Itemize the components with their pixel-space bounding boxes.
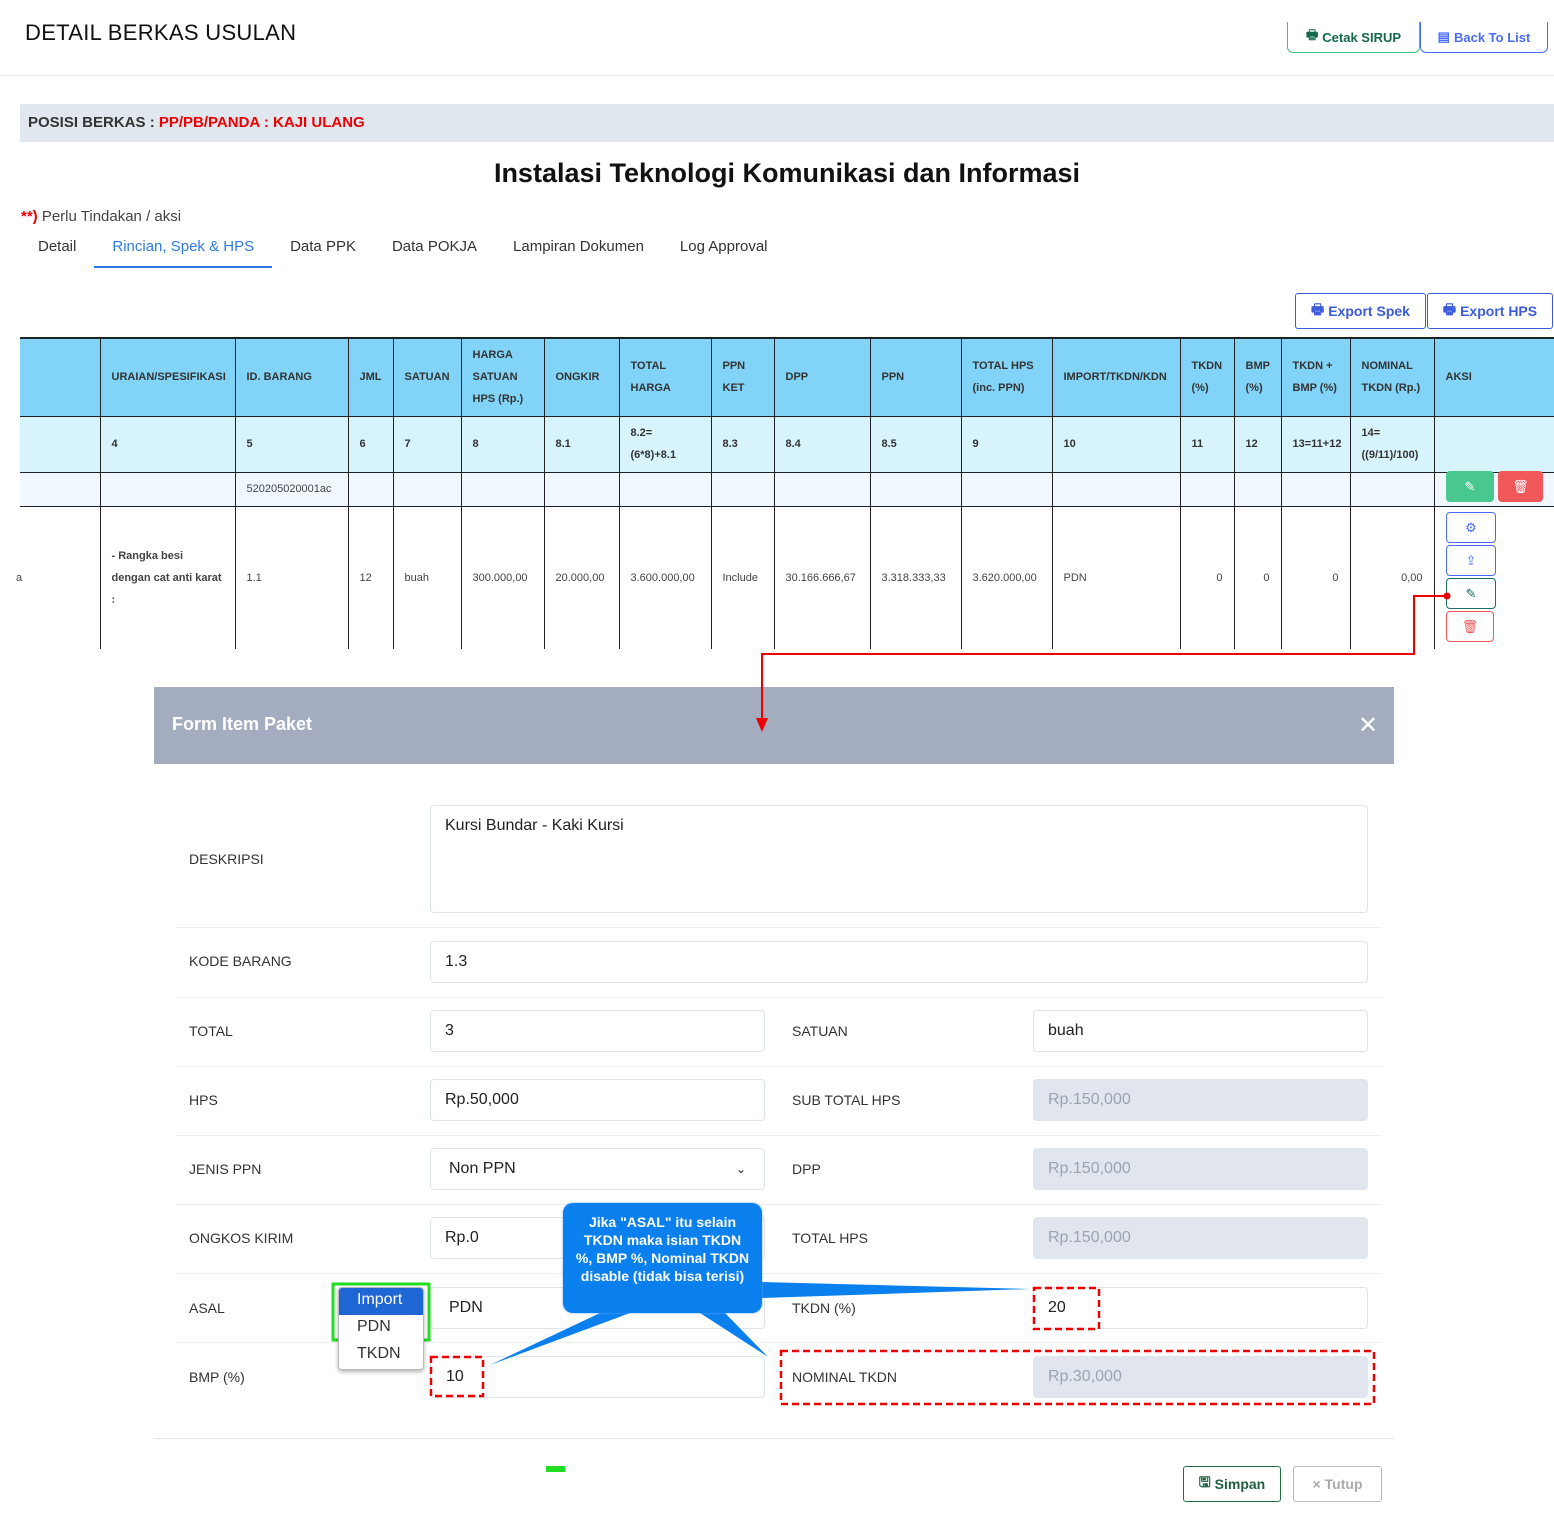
asal-option-tkdn[interactable]: TKDN <box>339 1342 423 1369</box>
arrow-origin-dot <box>1443 592 1451 600</box>
annotation-overlay <box>331 592 1451 1472</box>
asal-option-import[interactable]: Import <box>339 1288 423 1315</box>
arrow-head <box>756 718 768 732</box>
asal-dropdown-list: Import PDN TKDN <box>338 1287 424 1370</box>
red-arrow-line <box>761 595 1447 722</box>
annotation-callout: Jika "ASAL" itu selain TKDN maka isian T… <box>563 1203 762 1313</box>
highlight-nominal <box>779 1349 1376 1406</box>
highlight-tkdn <box>1032 1286 1101 1331</box>
highlight-bmp <box>429 1355 485 1398</box>
callout-tail-right <box>762 1282 1030 1298</box>
callout-tail-bottom <box>700 1313 768 1357</box>
callout-tail-left <box>490 1313 630 1365</box>
asal-option-pdn[interactable]: PDN <box>339 1315 423 1342</box>
green-mark <box>546 1466 565 1472</box>
